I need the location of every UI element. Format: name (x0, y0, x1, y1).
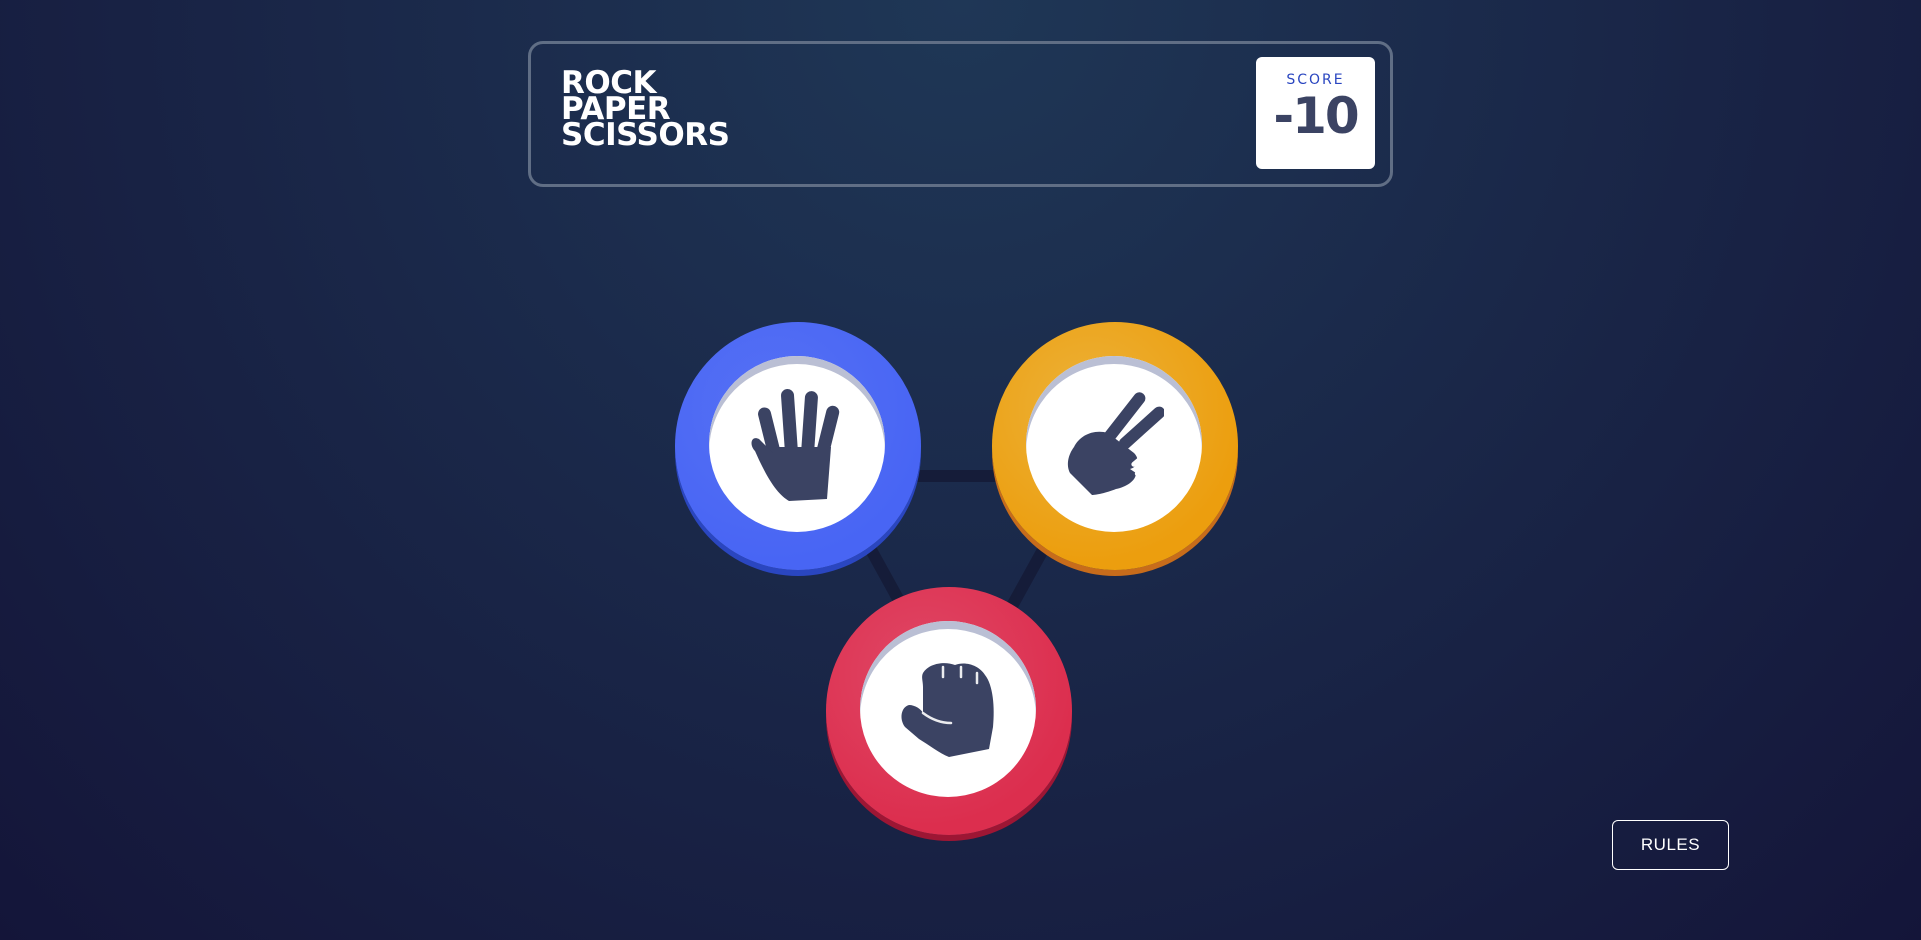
title-line-scissors: SCISSORS (561, 117, 730, 153)
game-title: ROCK PAPER SCISSORS (561, 68, 730, 153)
score-value: -10 (1273, 87, 1359, 145)
rock-choice-button[interactable] (826, 587, 1072, 835)
scissors-hand-icon (1064, 389, 1164, 499)
score-box: SCORE -10 (1256, 57, 1375, 169)
paper-choice-button[interactable] (675, 322, 921, 570)
game-header: ROCK PAPER SCISSORS SCORE -10 (528, 41, 1393, 187)
scissors-choice-button[interactable] (992, 322, 1238, 570)
score-label: SCORE (1286, 72, 1345, 88)
rock-fist-icon (899, 661, 997, 757)
rock-choice-inner (860, 621, 1036, 797)
scissors-choice-inner (1026, 356, 1202, 532)
paper-choice-inner (709, 356, 885, 532)
rules-button[interactable]: RULES (1612, 820, 1729, 870)
connector-right-line (1006, 542, 1050, 612)
paper-hand-icon (749, 387, 845, 501)
